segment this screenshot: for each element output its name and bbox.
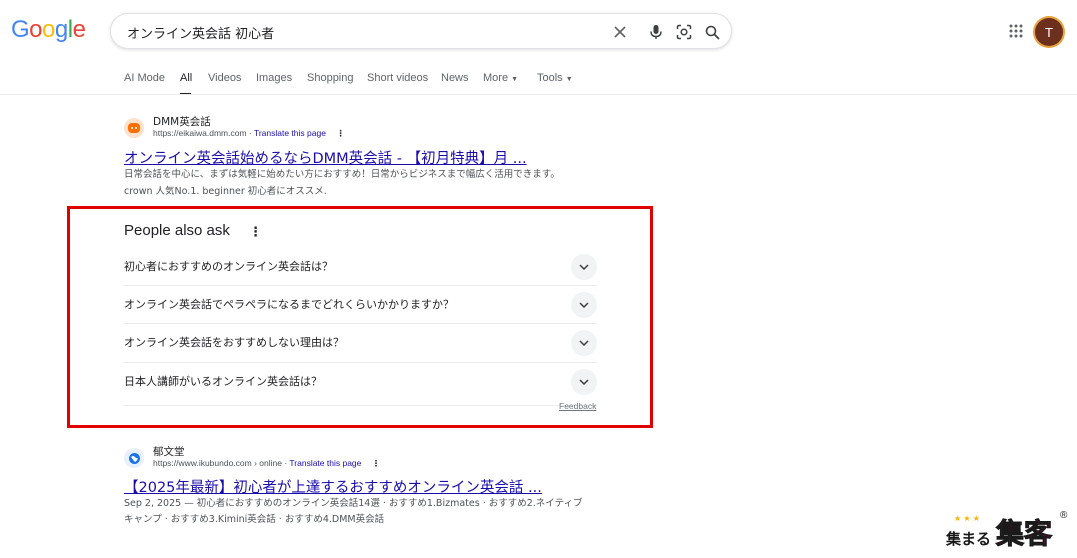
logo-letter: g xyxy=(54,16,68,43)
tab-ai-mode[interactable]: AI Mode xyxy=(124,72,165,84)
result-snippet: Sep 2, 2025 — 初心者におすすめのオンライン英会話14選 · おすす… xyxy=(124,498,583,509)
paa-question[interactable]: オンライン英会話でペラペラになるまでどれくらいかかりますか？ xyxy=(124,286,597,324)
chevron-down-icon[interactable] xyxy=(571,330,597,356)
watermark-text-big: 集客 xyxy=(995,517,1053,551)
chevron-down-icon[interactable] xyxy=(571,369,597,395)
site-url[interactable]: https://www.ikubundo.com › online xyxy=(153,458,282,468)
site-url-line: https://eikaiwa.dmm.com · Translate this… xyxy=(153,128,345,139)
site-url-line: https://www.ikubundo.com › online · Tran… xyxy=(153,458,380,469)
result-title-link[interactable]: オンライン英会話始めるならDMM英会話 - 【初月特典】月 ... xyxy=(124,147,527,168)
tab-all[interactable]: All xyxy=(180,72,192,84)
site-name[interactable]: DMM英会話 xyxy=(153,114,211,129)
more-options-icon[interactable]: ⋮ xyxy=(372,458,381,469)
search-result: DMM英会話 https://eikaiwa.dmm.com · Transla… xyxy=(124,114,604,204)
logo-letter: e xyxy=(72,16,86,43)
translate-link[interactable]: Translate this page xyxy=(289,458,361,468)
tab-images[interactable]: Images xyxy=(256,72,292,84)
paa-more-options-icon[interactable]: ⋮ xyxy=(249,224,262,240)
site-url[interactable]: https://eikaiwa.dmm.com xyxy=(153,128,247,138)
tab-more[interactable]: More ▼ xyxy=(483,72,518,84)
search-input[interactable] xyxy=(125,20,599,44)
tab-shopping[interactable]: Shopping xyxy=(307,72,354,84)
result-snippet: キャンプ · おすすめ3.Kimini英会話 · おすすめ4.DMM英会話 xyxy=(124,514,385,524)
apps-grid-icon[interactable] xyxy=(1009,24,1025,40)
translate-link[interactable]: Translate this page xyxy=(254,128,326,138)
logo-letter: o xyxy=(29,16,43,43)
tab-videos[interactable]: Videos xyxy=(208,72,241,84)
result-snippet: crown 人気No.1. beginner 初心者にオススメ. xyxy=(124,186,327,197)
paa-question[interactable]: 日本人講師がいるオンライン英会話は？ xyxy=(124,363,597,401)
watermark-logo: ★ ★ ★ 集まる 集客 ® xyxy=(944,508,1074,553)
close-icon[interactable] xyxy=(611,23,629,41)
feedback-link[interactable]: Feedback xyxy=(559,401,596,411)
result-snippet: 日常会話を中心に、まずは気軽に始めたい方におすすめ！日常からビジネスまで幅広く活… xyxy=(124,169,560,180)
paa-question-text: オンライン英会話をおすすめしない理由は？ xyxy=(124,336,344,349)
logo-letter: G xyxy=(11,16,30,43)
google-logo[interactable]: Google xyxy=(11,16,86,44)
caret-down-icon: ▼ xyxy=(565,76,573,83)
chevron-down-icon[interactable] xyxy=(571,254,597,280)
header-divider xyxy=(0,94,1077,95)
tab-short-videos[interactable]: Short videos xyxy=(367,72,428,84)
tab-tools-label: Tools xyxy=(537,72,563,84)
paa-question[interactable]: オンライン英会話をおすすめしない理由は？ xyxy=(124,324,597,362)
more-options-icon[interactable]: ⋮ xyxy=(336,128,345,139)
site-name[interactable]: 郁文堂 xyxy=(153,444,185,459)
avatar[interactable]: T xyxy=(1035,18,1063,46)
tab-news[interactable]: News xyxy=(441,72,469,84)
chevron-down-icon[interactable] xyxy=(571,292,597,318)
dmm-favicon-icon xyxy=(124,118,144,138)
paa-question-text: オンライン英会話でペラペラになるまでどれくらいかかりますか？ xyxy=(124,298,454,311)
paa-question-text: 日本人講師がいるオンライン英会話は？ xyxy=(124,375,322,388)
tab-tools[interactable]: Tools ▼ xyxy=(537,72,573,84)
mic-icon[interactable] xyxy=(647,23,665,41)
search-icon[interactable] xyxy=(703,23,721,41)
result-title-link[interactable]: 【2025年最新】初心者が上達するおすすめオンライン英会話 ... xyxy=(124,476,542,497)
paa-question[interactable]: 初心者におすすめのオンライン英会話は？ xyxy=(124,248,597,286)
search-result: 郁文堂 https://www.ikubundo.com › online · … xyxy=(124,444,604,524)
paa-title: People also ask xyxy=(124,222,230,239)
globe-favicon-icon xyxy=(124,448,144,468)
star-icon: ★ ★ ★ xyxy=(954,514,980,523)
tab-more-label: More xyxy=(483,72,509,84)
paa-question-text: 初心者におすすめのオンライン英会話は？ xyxy=(124,260,333,273)
search-bar xyxy=(110,13,732,49)
caret-down-icon: ▼ xyxy=(511,76,519,83)
lens-icon[interactable] xyxy=(675,23,693,41)
paa-divider xyxy=(124,405,597,406)
logo-letter: o xyxy=(42,16,55,43)
registered-mark: ® xyxy=(1060,510,1068,521)
watermark-text-small: 集まる xyxy=(946,530,992,548)
